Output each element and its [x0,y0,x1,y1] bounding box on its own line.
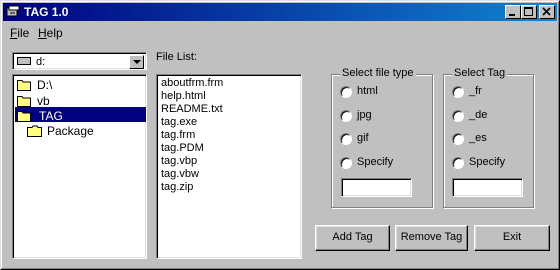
dir-label: TAG [39,109,63,123]
dir-label: D:\ [37,78,53,92]
directory-list[interactable]: D:\ vb TAG Package [12,74,147,259]
radio-label: _es [469,132,487,144]
file-item[interactable]: help.html [161,90,206,102]
file-item[interactable]: tag.vbw [161,168,199,180]
radio-button[interactable] [340,86,352,98]
minimize-icon [509,14,515,16]
file-type-group: Select file type html jpg gif Specify [331,67,433,208]
radio-button[interactable] [340,157,352,169]
radio-label: html [357,85,378,97]
add-tag-button[interactable]: Add Tag [315,225,390,251]
menu-help[interactable]: Help [38,26,63,40]
exit-button[interactable]: Exit [474,225,550,251]
app-window: TAG 1.0 File Help d: D:\ vb TAG Package … [0,0,560,270]
file-item[interactable]: tag.exe [161,116,197,128]
drive-select[interactable]: d: [12,52,147,70]
file-item[interactable]: tag.frm [161,129,195,141]
menu-bar: File Help [3,23,557,41]
file-item[interactable]: aboutfrm.frm [161,77,223,89]
tag-group-title: Select Tag [452,67,508,79]
radio-label: _fr [469,85,482,97]
maximize-icon [524,7,533,16]
radio-label: _de [469,109,488,121]
remove-tag-button[interactable]: Remove Tag [395,225,468,251]
app-icon [6,5,20,17]
file-item[interactable]: README.txt [161,103,223,115]
radio-button[interactable] [452,157,464,169]
menu-help-rest: elp [46,26,63,40]
dir-label: vb [37,94,50,108]
file-item[interactable]: tag.PDM [161,142,204,154]
file-item[interactable]: tag.vbp [161,155,197,167]
tag-group: Select Tag _fr _de _es Specify [443,67,534,208]
file-list-label: File List: [156,51,197,63]
menu-help-accel: H [38,26,47,40]
open-folder-icon [17,80,31,91]
radio-button[interactable] [452,86,464,98]
radio-button[interactable] [452,110,464,122]
file-list[interactable]: aboutfrm.frm help.html README.txt tag.ex… [156,74,302,259]
radio-button[interactable] [340,133,352,145]
drive-value: d: [36,56,46,68]
radio-label: Specify [469,156,506,168]
menu-file-rest: ile [17,26,30,40]
window-title: TAG 1.0 [24,5,69,19]
open-folder-icon [17,96,31,107]
maximize-button[interactable] [521,5,537,19]
radio-label: jpg [357,109,372,121]
radio-label: gif [357,132,369,144]
title-bar[interactable]: TAG 1.0 [3,3,557,21]
close-icon [542,7,551,16]
radio-button[interactable] [340,110,352,122]
tag-specify-input[interactable] [452,178,523,197]
dir-label: Package [47,124,94,138]
drive-icon [17,57,31,65]
close-button[interactable] [539,5,555,19]
chevron-down-icon[interactable] [129,55,144,69]
radio-button[interactable] [452,133,464,145]
radio-label: Specify [357,156,394,168]
file-type-specify-input[interactable] [341,178,412,197]
folder-icon [27,125,42,137]
file-type-group-title: Select file type [340,67,416,79]
file-item[interactable]: tag.zip [161,181,193,193]
open-folder-icon [17,111,31,122]
minimize-button[interactable] [505,5,521,19]
menu-file[interactable]: File [10,26,29,40]
selection-highlight [15,107,146,122]
